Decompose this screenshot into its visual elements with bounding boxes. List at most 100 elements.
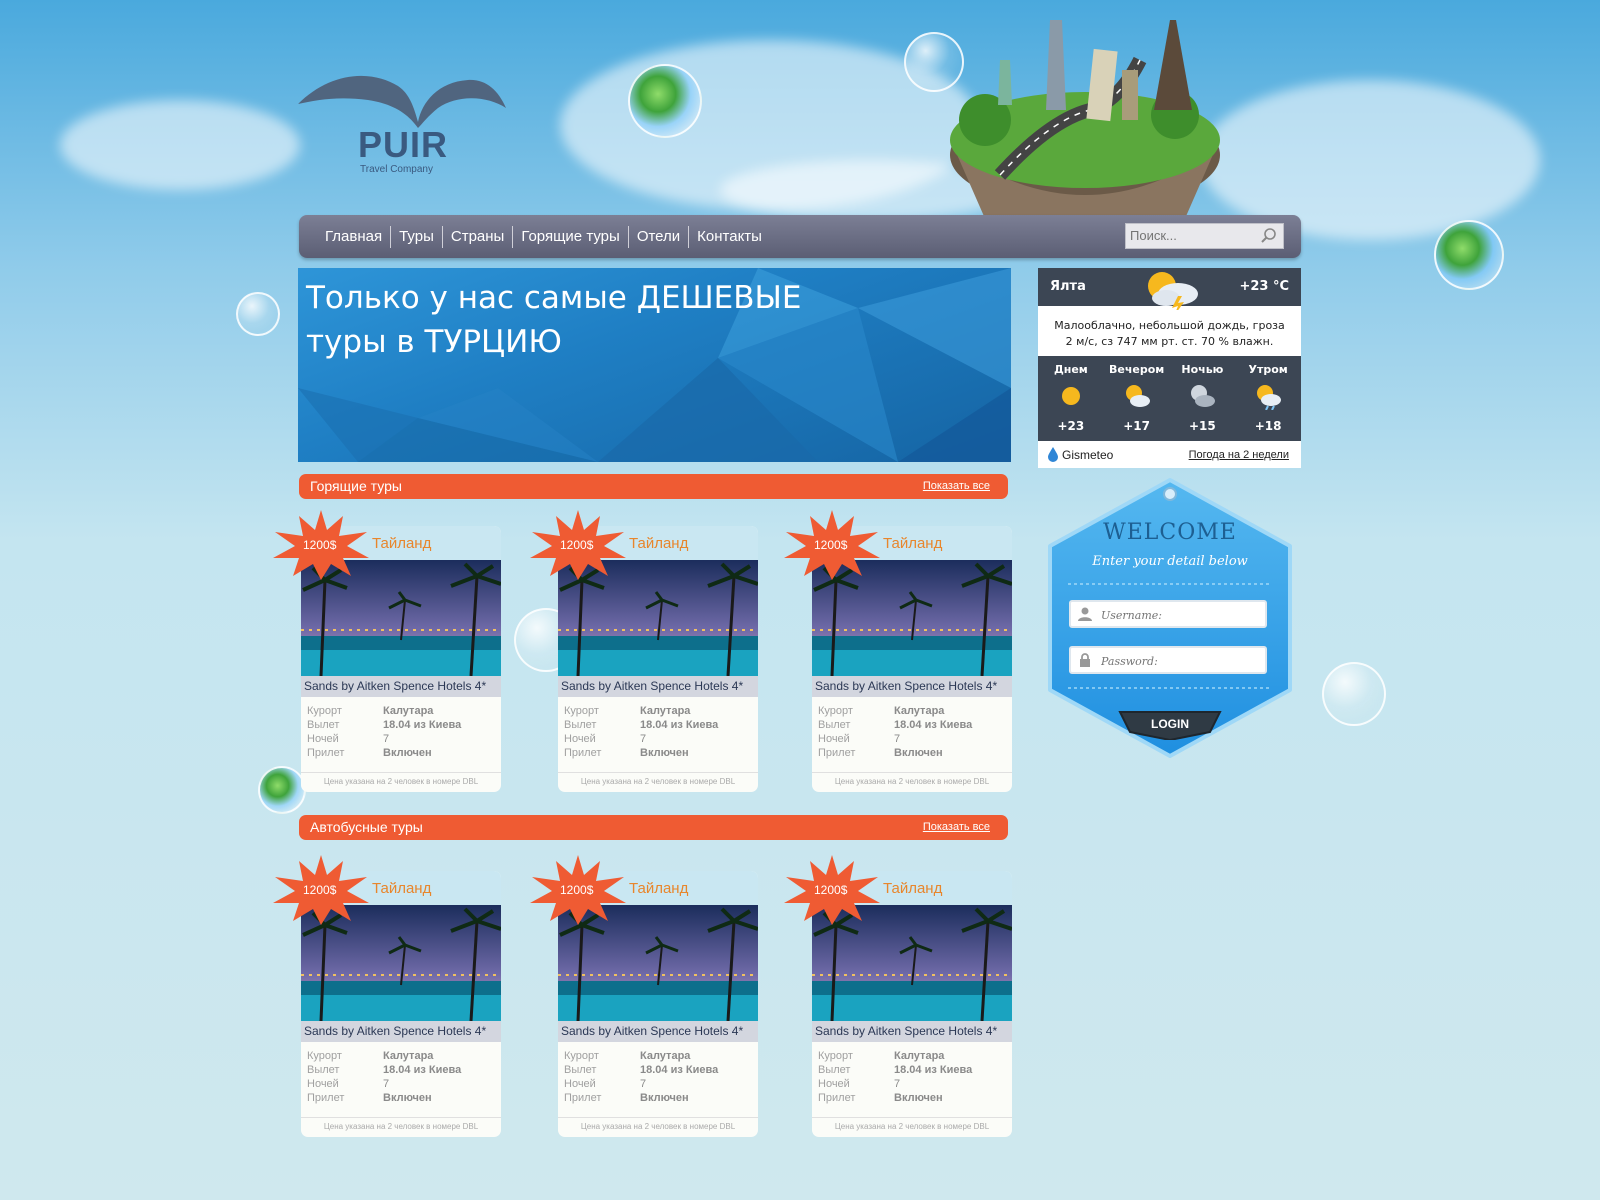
nav-item-tours[interactable]: Туры [391,226,443,248]
weather-footer: Gismeteo Погода на 2 недели [1038,441,1301,468]
detail-row-nights: Ночей 7 [564,733,754,747]
welcome-title: WELCOME [1103,520,1237,545]
detail-label: Прилет [307,747,345,759]
main-navbar: Главная Туры Страны Горящие туры Отели К… [299,215,1301,258]
nav-item-hotels[interactable]: Отели [629,226,690,248]
detail-label: Вылет [818,1064,851,1076]
detail-label: Прилет [818,747,856,759]
hotel-name-bar: Sands by Aitken Spence Hotels 4* [301,1021,501,1042]
detail-value: Включен [383,1092,432,1104]
forecast-temp: +15 [1188,419,1216,433]
username-input[interactable] [1099,605,1263,625]
hotel-name-bar: Sands by Aitken Spence Hotels 4* [558,676,758,697]
detail-row-nights: Ночей 7 [307,733,497,747]
detail-label: Вылет [307,719,340,731]
detail-row-resort: Курорт Калутара [818,1050,1008,1064]
user-icon [1078,607,1092,621]
detail-label: Вылет [564,719,597,731]
logo[interactable]: PUIR Travel Company [298,68,508,178]
nav-item-home[interactable]: Главная [317,226,392,248]
lock-icon [1080,653,1090,667]
hotel-name-bar: Sands by Aitken Spence Hotels 4* [558,1021,758,1042]
price-note: Цена указана на 2 человек в номере DBL [301,1117,501,1131]
detail-label: Прилет [818,1092,856,1104]
forecast-evening: Вечером +17 [1104,356,1170,441]
tour-card[interactable]: Тайланд Sands by Aitken Spence Hotels 4*… [784,510,1012,792]
sun-storm-cloud-icon [1148,272,1198,310]
hotel-name-bar: Sands by Aitken Spence Hotels 4* [812,1021,1012,1042]
weather-forecast: Днем +23 Вечером +17 Ночью +15 Утром +18 [1038,356,1301,441]
tour-card[interactable]: Тайланд Sands by Aitken Spence Hotels 4*… [530,855,758,1137]
forecast-temp: +23 [1057,419,1085,433]
detail-label: Курорт [564,1050,599,1062]
weather-desc-line: 2 м/с, сз 747 мм рт. ст. 70 % влажн. [1065,335,1274,348]
show-all-link[interactable]: Показать все [923,480,990,492]
tour-card[interactable]: Тайланд Sands by Aitken Spence Hotels 4*… [530,510,758,792]
forecast-temp: +17 [1123,419,1150,433]
detail-value: 7 [640,1078,647,1090]
detail-value: 7 [894,1078,901,1090]
hotel-name: Sands by Aitken Spence Hotels 4* [561,679,744,693]
nav-item-hot-tours[interactable]: Горящие туры [513,226,629,248]
hotel-name: Sands by Aitken Spence Hotels 4* [815,1024,998,1038]
detail-value: Включен [640,747,689,759]
welcome-subtitle: Enter your detail below [1092,554,1248,569]
tour-card[interactable]: Тайланд Sands by Aitken Spence Hotels 4*… [273,855,501,1137]
detail-row-resort: Курорт Калутара [818,705,1008,719]
tour-card[interactable]: Тайланд Sands by Aitken Spence Hotels 4*… [273,510,501,792]
sun-icon [1061,387,1080,405]
tour-card[interactable]: Тайланд Sands by Aitken Spence Hotels 4*… [784,855,1012,1137]
price-label: 1200$ [303,883,337,897]
detail-value: Включен [383,747,432,759]
two-week-forecast-link[interactable]: Погода на 2 недели [1189,449,1289,461]
tour-details: Курорт Калутара Вылет 18.04 из Киева Ночей… [564,705,754,761]
card-country: Тайланд [883,535,943,552]
detail-row-nights: Ночей 7 [564,1078,754,1092]
card-country: Тайланд [629,880,689,897]
detail-label: Курорт [818,705,853,717]
nav-item-contacts[interactable]: Контакты [689,226,770,248]
password-input[interactable] [1099,651,1263,671]
detail-row-departure: Вылет 18.04 из Киева [564,719,754,733]
tour-details: Курорт Калутара Вылет 18.04 из Киева Ночей… [564,1050,754,1106]
search-icon[interactable] [1260,227,1278,245]
detail-value: 18.04 из Киева [383,1064,462,1076]
detail-row-arrival: Прилет Включен [818,1092,1008,1106]
globe-bubble-decoration [258,766,306,814]
weather-widget: Ялта +23 °C Малооблачно, небольшой дождь… [1038,268,1301,468]
detail-label: Прилет [564,1092,602,1104]
password-field [1069,646,1267,674]
detail-value: 18.04 из Киева [640,1064,719,1076]
login-button[interactable]: LOGIN [1118,710,1222,742]
nav-item-countries[interactable]: Страны [443,226,514,248]
moon-cloud-icon [1191,385,1216,407]
logo-tagline: Travel Company [360,164,433,175]
promo-banner[interactable]: Только у нас самые ДЕШЕВЫЕ туры в ТУРЦИЮ [298,268,1011,462]
card-country: Тайланд [372,880,432,897]
detail-label: Прилет [564,747,602,759]
search-box [1125,223,1284,249]
price-note: Цена указана на 2 человек в номере DBL [558,772,758,786]
detail-label: Прилет [307,1092,345,1104]
banner-line-1: Только у нас самые ДЕШЕВЫЕ [306,280,802,316]
island-landmarks-illustration [950,20,1220,240]
globe-bubble-decoration [628,64,702,138]
detail-value: Калутара [640,1050,691,1062]
weather-brand[interactable]: Gismeteo [1062,448,1113,462]
bubble-decoration [236,292,280,336]
forecast-label: Ночью [1181,363,1224,376]
banner-line-2: туры в ТУРЦИЮ [306,324,562,360]
tour-details: Курорт Калутара Вылет 18.04 из Киева Ночей… [818,1050,1008,1106]
sun-cloud-icon [1125,385,1150,407]
detail-row-nights: Ночей 7 [818,1078,1008,1092]
card-country: Тайланд [629,535,689,552]
detail-value: 18.04 из Киева [383,719,462,731]
search-input[interactable] [1126,224,1259,246]
show-all-link[interactable]: Показать все [923,821,990,833]
detail-row-departure: Вылет 18.04 из Киева [818,1064,1008,1078]
detail-row-departure: Вылет 18.04 из Киева [564,1064,754,1078]
detail-row-arrival: Прилет Включен [307,1092,497,1106]
detail-row-arrival: Прилет Включен [818,747,1008,761]
forecast-night: Ночью +15 [1170,356,1236,441]
forecast-label: Днем [1053,363,1088,376]
